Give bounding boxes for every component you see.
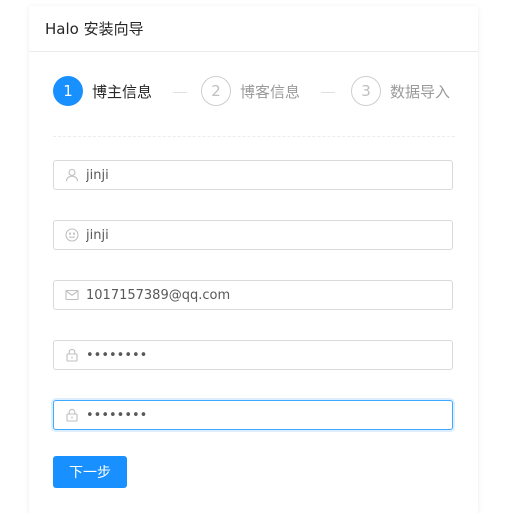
nickname-input[interactable]: [86, 224, 446, 246]
steps-divider: [53, 136, 455, 137]
step-3[interactable]: 3 数据导入: [351, 76, 450, 106]
mail-icon: [65, 288, 79, 302]
step-1[interactable]: 1 博主信息: [53, 76, 152, 106]
step-connector: [321, 92, 335, 93]
step-3-number: 3: [351, 76, 381, 106]
password-field[interactable]: [53, 340, 453, 370]
step-2[interactable]: 2 博客信息: [201, 76, 300, 106]
username-field[interactable]: [53, 160, 453, 190]
lock-icon: [65, 348, 79, 362]
lock-icon: [65, 408, 79, 422]
email-input[interactable]: [86, 284, 446, 306]
steps-bar: 1 博主信息 2 博客信息 3 数据导入: [53, 76, 457, 109]
wizard-title: Halo 安装向导: [45, 20, 144, 38]
step-2-label: 博客信息: [240, 82, 301, 101]
step-connector: [173, 92, 187, 93]
confirm-password-field[interactable]: [53, 400, 453, 430]
next-step-button[interactable]: 下一步: [53, 456, 127, 488]
step-1-number: 1: [53, 76, 83, 106]
step-2-number: 2: [201, 76, 231, 106]
nickname-field[interactable]: [53, 220, 453, 250]
smile-icon: [65, 228, 79, 242]
username-input[interactable]: [86, 164, 446, 186]
user-icon: [65, 168, 79, 182]
card-header: Halo 安装向导: [29, 6, 478, 52]
step-1-label: 博主信息: [92, 82, 153, 101]
email-field[interactable]: [53, 280, 453, 310]
install-wizard-card: Halo 安装向导 1 博主信息 2 博客信息 3 数据导入 jinji jin…: [29, 6, 478, 513]
step-3-label: 数据导入: [390, 82, 451, 101]
confirm-password-input[interactable]: [86, 404, 446, 426]
password-input[interactable]: [86, 344, 446, 366]
